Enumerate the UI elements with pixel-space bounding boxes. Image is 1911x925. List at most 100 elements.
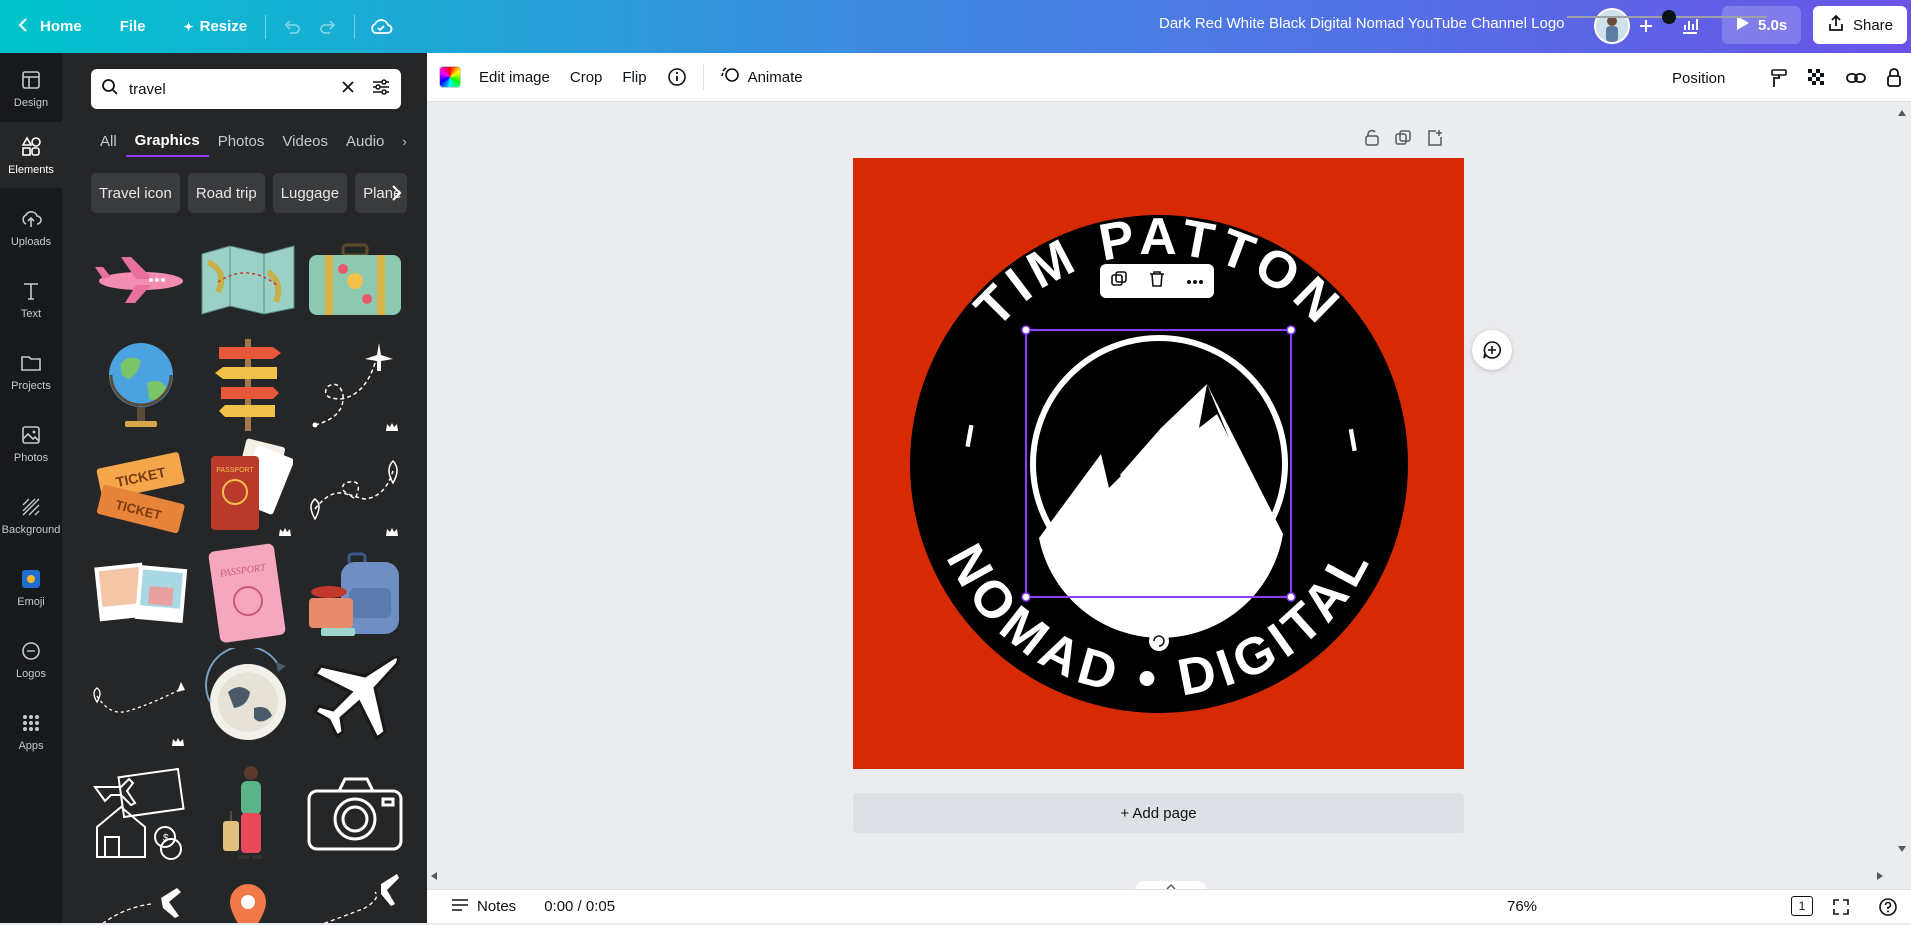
rail-item-logos[interactable]: Logos [0,626,62,692]
add-collaborator-icon[interactable] [1628,8,1664,44]
tab-videos[interactable]: Videos [273,125,337,157]
graphic-polaroid-photos[interactable] [91,543,191,643]
divider [265,14,267,39]
tab-photos[interactable]: Photos [209,125,274,157]
elements-panel: travel All Graphics Photos Videos Audio … [62,53,427,923]
graphic-camera-outline[interactable] [305,763,405,863]
tab-audio[interactable]: Audio [337,125,393,157]
graphic-traveler-woman[interactable] [198,763,298,863]
crop-button[interactable]: Crop [560,59,613,95]
timer-readout[interactable]: 0:00 / 0:05 [534,889,625,925]
cloud-save-icon[interactable] [363,9,399,45]
more-options-icon[interactable] [1186,272,1204,290]
search-input[interactable]: travel [91,69,401,109]
chip-travel-icon[interactable]: Travel icon [91,173,180,213]
upload-icon [22,210,42,227]
clear-icon[interactable] [341,80,355,98]
graphic-tickets[interactable]: TICKET TICKET [91,438,191,538]
insights-chart-icon[interactable] [1672,8,1708,44]
link-icon[interactable] [1837,60,1875,96]
add-page-icon[interactable] [1426,129,1444,152]
graphic-pink-airplane[interactable] [91,229,191,329]
copy-element-icon[interactable] [1110,270,1128,293]
document-title[interactable]: Dark Red White Black Digital Nomad YouTu… [1159,15,1565,32]
position-button[interactable]: Position [1662,60,1735,96]
animate-icon [720,65,740,89]
lock-icon[interactable] [1877,60,1911,96]
zoom-level[interactable]: 76% [1507,898,1537,915]
edit-image-button[interactable]: Edit image [469,59,560,95]
rail-item-projects[interactable]: Projects [0,338,62,404]
rail-item-uploads[interactable]: Uploads [0,194,62,260]
graphic-dashed-flight-path[interactable] [305,333,405,433]
rail-item-text[interactable]: Text [0,266,62,332]
graphic-plane-route[interactable] [305,868,405,923]
redo-icon[interactable] [310,9,346,45]
delete-trash-icon[interactable] [1149,270,1165,293]
design-icon [22,70,40,89]
tab-graphics[interactable]: Graphics [125,125,209,157]
graphic-passport-tickets[interactable]: PASSPORT [198,438,298,538]
lock-page-icon[interactable] [1364,129,1380,152]
search-query[interactable]: travel [129,81,331,98]
fullscreen-icon[interactable] [1832,898,1850,921]
logo-artwork: TIM PATTON NOMAD • DIGITAL – – [910,208,1408,713]
avatar[interactable] [1594,8,1630,44]
add-page-button[interactable]: + Add page [853,793,1464,833]
graphic-map-pin[interactable] [198,868,298,923]
color-picker-swatch[interactable] [439,66,461,88]
present-play-button[interactable]: 5.0s [1722,6,1802,44]
rail-item-photos[interactable]: Photos [0,410,62,476]
emoji-icon [22,569,40,588]
transparency-icon[interactable] [1799,60,1835,96]
rail-item-emoji[interactable]: Emoji [0,554,62,620]
graphic-signpost[interactable] [198,333,298,433]
rail-item-elements[interactable]: Elements [0,122,62,188]
filter-icon[interactable] [371,78,391,100]
chip-road-trip[interactable]: Road trip [187,173,265,213]
flip-button[interactable]: Flip [612,59,656,95]
page-count-button[interactable]: 1 [1791,896,1813,916]
graphic-luggage-set[interactable] [305,543,405,643]
info-icon[interactable] [657,59,697,95]
zoom-thumb[interactable] [1662,10,1676,24]
graphic-plane-dashes[interactable] [91,868,191,923]
premium-crown-icon [171,734,185,746]
design-page[interactable]: TIM PATTON NOMAD • DIGITAL – – [853,158,1464,769]
paint-roller-icon[interactable] [1761,60,1797,96]
graphic-globe-orbit[interactable] [198,648,298,748]
graphic-suitcase[interactable] [305,229,405,329]
graphic-airplane-outline[interactable] [305,648,405,748]
graphic-plane-path-line[interactable] [91,648,191,748]
rail-item-apps[interactable]: Apps [0,698,62,764]
resize-button[interactable]: ✦ Resize [174,9,258,45]
home-button[interactable]: Home [8,9,92,45]
vertical-scrollbar[interactable] [1894,102,1911,872]
help-icon[interactable] [1878,897,1898,922]
add-comment-icon[interactable] [1472,330,1512,370]
graphic-travel-line-icons[interactable]: $ [91,763,191,863]
duplicate-page-icon[interactable] [1394,129,1412,152]
tab-all[interactable]: All [91,125,126,157]
graphic-route-pins[interactable] [305,438,405,538]
tabs-scroll-right-icon[interactable]: › [393,125,415,157]
animate-button[interactable]: Animate [710,59,813,95]
suggestion-chips: Travel icon Road trip Luggage Plane [91,173,408,213]
graphic-folded-map[interactable] [198,229,298,329]
undo-icon[interactable] [274,9,310,45]
graphic-globe[interactable] [91,333,191,433]
search-tabs: All Graphics Photos Videos Audio › [91,125,416,157]
rail-item-background[interactable]: Background [0,482,62,548]
rail-item-design[interactable]: Design [0,55,62,121]
text-icon [24,282,38,300]
apps-icon [23,714,39,731]
notes-button[interactable]: Notes [441,889,526,925]
chip-luggage[interactable]: Luggage [272,173,348,213]
chips-scroll-right-icon[interactable] [384,181,408,205]
left-rail: Design Elements Uploads Text Projects Ph… [0,53,62,923]
file-menu[interactable]: File [110,9,156,45]
share-button[interactable]: Share [1813,6,1907,44]
graphic-pink-passport[interactable]: PASSPORT [198,543,298,643]
premium-crown-icon [278,524,292,536]
background-icon [22,498,40,515]
